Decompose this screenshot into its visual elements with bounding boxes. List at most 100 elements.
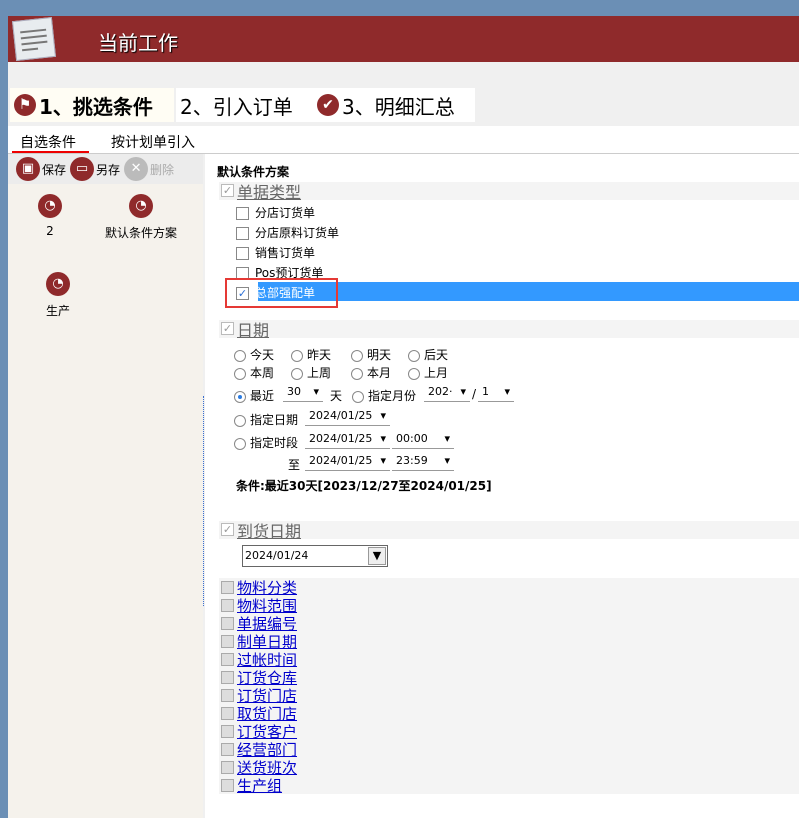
- filter-item[interactable]: 过帐时间: [219, 650, 799, 669]
- section-doc-type[interactable]: ✓ 单据类型: [219, 182, 799, 202]
- step-tab-select-conditions[interactable]: ⚑ 1、挑选条件: [10, 88, 174, 122]
- doc-type-item[interactable]: 销售订货单: [236, 244, 315, 261]
- plan-label: 默认条件方案: [104, 226, 177, 240]
- year-dropdown[interactable]: 202·: [424, 385, 470, 402]
- section-date[interactable]: ✓ 日期: [219, 320, 799, 340]
- period-from-time-dropdown[interactable]: 00:00: [392, 432, 454, 449]
- save-as-button[interactable]: ▭ 另存: [70, 157, 120, 181]
- month-dropdown[interactable]: 1: [478, 385, 514, 402]
- checkbox[interactable]: [221, 599, 234, 612]
- checkbox[interactable]: [236, 227, 249, 240]
- plan-toolbar: ▣ 保存 ▭ 另存 ✕ 删除: [8, 154, 203, 184]
- save-button[interactable]: ▣ 保存: [16, 157, 66, 181]
- delete-button[interactable]: ✕ 删除: [124, 157, 174, 181]
- checkbox[interactable]: [221, 761, 234, 774]
- chevron-down-icon[interactable]: ▼: [368, 547, 386, 565]
- selected-row-highlight: [258, 282, 799, 301]
- filter-item[interactable]: 制单日期: [219, 632, 799, 651]
- item-label: 分店原料订货单: [255, 226, 340, 240]
- filter-item[interactable]: 物料分类: [219, 578, 799, 597]
- panel-title: 默认条件方案: [217, 165, 290, 179]
- plan-item[interactable]: ◔ 生产: [38, 272, 78, 319]
- plan-panel: ▣ 保存 ▭ 另存 ✕ 删除 ◔ 2 ◔ 默认条件方案 ◔ 生产: [8, 154, 203, 818]
- plan-label: 生产: [45, 304, 70, 318]
- section-label: 日期: [237, 321, 270, 340]
- step-tab-import-orders[interactable]: 2、引入订单: [176, 88, 316, 122]
- section-arrival-date[interactable]: ✓ 到货日期: [219, 521, 799, 541]
- radio-last-week[interactable]: 上周: [291, 364, 331, 381]
- period-to-date-dropdown[interactable]: 2024/01/25: [305, 454, 390, 471]
- filter-item[interactable]: 送货班次: [219, 758, 799, 777]
- checkbox[interactable]: [221, 779, 234, 792]
- checkbox[interactable]: [221, 743, 234, 756]
- checkbox[interactable]: [221, 707, 234, 720]
- doc-type-item[interactable]: 分店订货单: [236, 204, 315, 221]
- checkbox[interactable]: [221, 725, 234, 738]
- checkbox[interactable]: [236, 247, 249, 260]
- conditions-panel: 默认条件方案 ✓ 单据类型 分店订货单 分店原料订货单 销售订货单 Pos预订货单…: [205, 154, 799, 818]
- save-label: 保存: [42, 162, 67, 177]
- filter-item[interactable]: 生产组: [219, 775, 799, 796]
- filter-item[interactable]: 订货客户: [219, 722, 799, 741]
- item-label: 销售订货单: [255, 246, 316, 260]
- slash-separator: /: [472, 387, 477, 401]
- checkbox[interactable]: [221, 671, 234, 684]
- tab-import-by-plan[interactable]: 按计划单引入: [111, 132, 195, 152]
- arrival-date-combobox[interactable]: 2024/01/24 ▼: [242, 545, 388, 567]
- tab-label: 3、明细汇总: [342, 94, 455, 119]
- pie-chart-icon: ◔: [129, 194, 153, 218]
- radio-yesterday[interactable]: 昨天: [291, 346, 331, 363]
- radio-last-month[interactable]: 上月: [408, 364, 448, 381]
- active-tab-underline: [12, 151, 89, 153]
- filter-item[interactable]: 物料范围: [219, 596, 799, 615]
- pie-chart-icon: ◔: [46, 272, 70, 296]
- recent-days-dropdown[interactable]: 30: [283, 385, 323, 402]
- checkbox[interactable]: [221, 689, 234, 702]
- checkbox[interactable]: ✓: [221, 523, 234, 536]
- doc-type-item[interactable]: 分店原料订货单: [236, 224, 339, 241]
- filter-item[interactable]: 取货门店: [219, 704, 799, 723]
- plan-item[interactable]: ◔ 2: [38, 194, 62, 238]
- filter-link[interactable]: 生产组: [237, 775, 282, 796]
- radio-recent[interactable]: 最近: [234, 387, 274, 404]
- plan-label: 2: [46, 224, 54, 238]
- tab-label: 2、引入订单: [180, 94, 293, 119]
- checkbox[interactable]: [221, 635, 234, 648]
- checkbox[interactable]: ✓: [221, 322, 234, 335]
- radio-specified-date[interactable]: 指定日期: [234, 411, 298, 428]
- checkbox[interactable]: [221, 581, 234, 594]
- plan-item[interactable]: ◔ 默认条件方案: [96, 194, 186, 241]
- filter-item[interactable]: 订货仓库: [219, 668, 799, 687]
- radio-this-month[interactable]: 本月: [351, 364, 391, 381]
- sub-tabs: 自选条件 按计划单引入: [8, 126, 799, 154]
- section-label: 到货日期: [237, 522, 302, 541]
- flag-icon: ⚑: [14, 94, 36, 116]
- tab-label: 1、挑选条件: [39, 94, 153, 119]
- radio-today[interactable]: 今天: [234, 346, 274, 363]
- filter-item[interactable]: 经营部门: [219, 740, 799, 759]
- section-label: 单据类型: [237, 183, 302, 202]
- checkbox[interactable]: [221, 617, 234, 630]
- checkbox[interactable]: [236, 207, 249, 220]
- checkbox[interactable]: ✓: [221, 184, 234, 197]
- tab-custom-conditions[interactable]: 自选条件: [20, 132, 76, 152]
- folder-icon: ▭: [70, 157, 95, 181]
- specified-date-dropdown[interactable]: 2024/01/25: [305, 409, 390, 426]
- radio-tomorrow[interactable]: 明天: [351, 346, 391, 363]
- delete-label: 删除: [150, 162, 175, 177]
- check-circle-icon: ✔: [317, 94, 339, 116]
- save-as-label: 另存: [96, 162, 121, 177]
- period-to-time-dropdown[interactable]: 23:59: [392, 454, 454, 471]
- radio-this-week[interactable]: 本周: [234, 364, 274, 381]
- close-icon: ✕: [124, 157, 149, 181]
- filter-item[interactable]: 订货门店: [219, 686, 799, 705]
- period-from-date-dropdown[interactable]: 2024/01/25: [305, 432, 390, 449]
- radio-specified-month[interactable]: 指定月份: [352, 387, 416, 404]
- header-title: 当前工作: [98, 31, 178, 55]
- document-logo-icon: [12, 17, 56, 61]
- radio-day-after[interactable]: 后天: [408, 346, 448, 363]
- filter-item[interactable]: 单据编号: [219, 614, 799, 633]
- checkbox[interactable]: [221, 653, 234, 666]
- radio-period[interactable]: 指定时段: [234, 434, 298, 451]
- step-tab-detail-summary[interactable]: ✔ 3、明细汇总: [313, 88, 475, 122]
